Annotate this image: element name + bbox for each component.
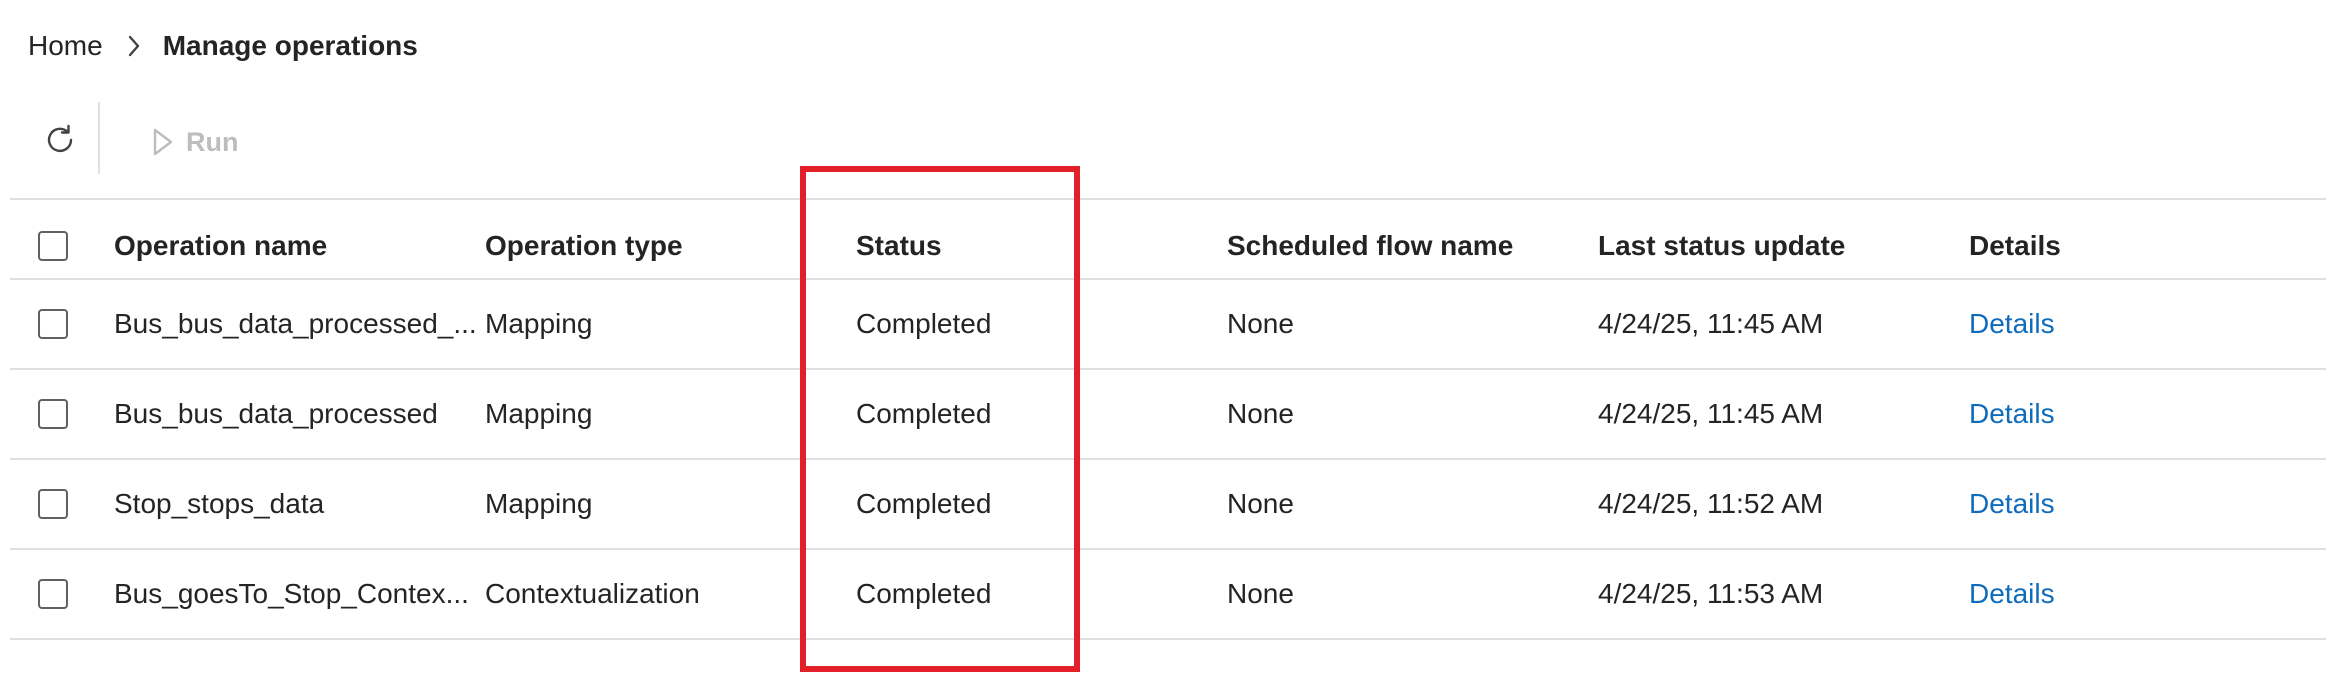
header-operation-type[interactable]: Operation type: [485, 214, 683, 278]
operation-name: Bus_bus_data_processed: [114, 398, 438, 429]
table-row[interactable]: Bus_bus_data_processed_... Mapping Compl…: [10, 280, 2326, 370]
toolbar-divider: [98, 102, 100, 174]
scheduled-flow-name: None: [1227, 578, 1294, 609]
header-last-status-update[interactable]: Last status update: [1598, 214, 1845, 278]
play-icon: [153, 128, 173, 156]
operation-type: Mapping: [485, 308, 593, 339]
table-row[interactable]: Bus_bus_data_processed Mapping Completed…: [10, 370, 2326, 460]
row-checkbox[interactable]: [38, 460, 68, 548]
table-row[interactable]: Stop_stops_data Mapping Completed None 4…: [10, 460, 2326, 550]
scheduled-flow-name: None: [1227, 398, 1294, 429]
refresh-button[interactable]: [30, 110, 90, 170]
header-operation-name[interactable]: Operation name: [114, 214, 327, 278]
toolbar: Run: [10, 92, 2326, 200]
operation-type: Contextualization: [485, 578, 700, 609]
row-checkbox[interactable]: [38, 280, 68, 368]
breadcrumb: Home Manage operations: [28, 26, 418, 66]
chevron-right-icon: [127, 35, 141, 57]
refresh-icon: [47, 124, 73, 153]
row-checkbox[interactable]: [38, 370, 68, 458]
scheduled-flow-name: None: [1227, 308, 1294, 339]
last-status-update: 4/24/25, 11:45 AM: [1598, 308, 1824, 339]
breadcrumb-home[interactable]: Home: [28, 30, 103, 62]
details-link[interactable]: Details: [1969, 280, 2055, 368]
breadcrumb-current: Manage operations: [162, 30, 418, 61]
header-status[interactable]: Status: [856, 214, 942, 278]
operation-type: Mapping: [485, 398, 593, 429]
table-row[interactable]: Bus_goesTo_Stop_Contex... Contextualizat…: [10, 550, 2326, 640]
run-button[interactable]: Run: [152, 118, 238, 166]
operations-table: Operation name Operation type Status Sch…: [10, 214, 2326, 640]
details-link[interactable]: Details: [1969, 550, 2055, 638]
operation-name: Bus_goesTo_Stop_Contex...: [114, 578, 469, 609]
select-all-checkbox[interactable]: [38, 214, 68, 278]
table-header-row: Operation name Operation type Status Sch…: [10, 214, 2326, 280]
row-checkbox[interactable]: [38, 550, 68, 638]
status: Completed: [856, 488, 992, 519]
details-link[interactable]: Details: [1969, 460, 2055, 548]
operation-name: Stop_stops_data: [114, 488, 325, 519]
status: Completed: [856, 578, 992, 609]
scheduled-flow-name: None: [1227, 488, 1294, 519]
operation-type: Mapping: [485, 488, 593, 519]
run-label: Run: [186, 126, 239, 157]
last-status-update: 4/24/25, 11:53 AM: [1598, 578, 1824, 609]
details-link[interactable]: Details: [1969, 370, 2055, 458]
operation-name: Bus_bus_data_processed_...: [114, 308, 477, 339]
status: Completed: [856, 398, 992, 429]
status: Completed: [856, 308, 992, 339]
last-status-update: 4/24/25, 11:52 AM: [1598, 488, 1824, 519]
last-status-update: 4/24/25, 11:45 AM: [1598, 398, 1824, 429]
header-scheduled-flow-name[interactable]: Scheduled flow name: [1227, 214, 1513, 278]
header-details: Details: [1969, 230, 2061, 261]
